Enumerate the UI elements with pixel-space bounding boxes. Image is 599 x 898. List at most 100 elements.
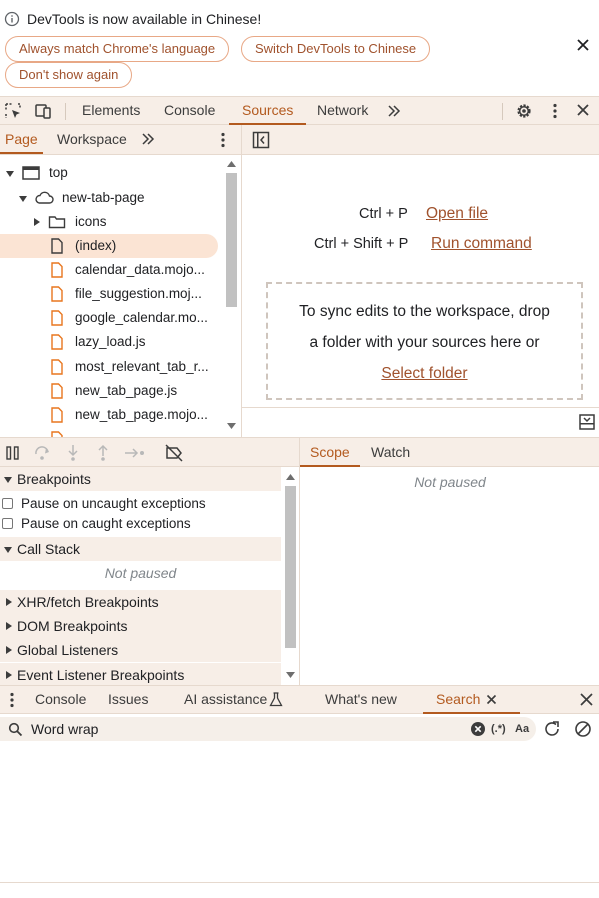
tree-item-new-tab-page[interactable]: new-tab-page	[0, 186, 222, 210]
scroll-down-arrow-icon[interactable]	[286, 672, 295, 678]
pause-caught-checkbox[interactable]	[2, 518, 13, 529]
regex-toggle[interactable]: (.*)	[491, 717, 506, 741]
close-devtools-icon[interactable]	[575, 102, 591, 118]
customize-menu-icon[interactable]	[546, 102, 564, 120]
scope-tabbar: Scope Watch	[299, 437, 599, 467]
navigator-scrollbar[interactable]	[224, 155, 239, 437]
checkbox-label: Pause on caught exceptions	[21, 516, 191, 531]
tree-item-top[interactable]: top	[0, 161, 222, 185]
toggle-debugger-icon[interactable]	[578, 413, 596, 431]
global-listeners-section-header[interactable]: Global Listeners	[0, 638, 281, 662]
drawer-tabbar: Console Issues AI assistance What's new …	[0, 685, 599, 714]
tab-sources[interactable]: Sources	[229, 97, 307, 125]
tab-watch[interactable]: Watch	[371, 438, 410, 467]
tree-item-index[interactable]: (index)	[0, 234, 218, 258]
document-icon	[51, 238, 63, 254]
editor-placeholder: Ctrl + P Open file Ctrl + Shift + P Run …	[241, 155, 599, 437]
tree-item-file[interactable]: new_tab_page.mojo...	[0, 403, 222, 427]
step-out-icon[interactable]	[95, 444, 111, 462]
close-search-tab-icon[interactable]	[486, 694, 497, 705]
switch-to-chinese-button[interactable]: Switch DevTools to Chinese	[241, 36, 431, 62]
xhr-breakpoints-section-header[interactable]: XHR/fetch Breakpoints	[0, 590, 281, 614]
clear-results-icon[interactable]	[574, 720, 592, 738]
collapsed-arrow-icon	[4, 670, 14, 680]
tree-item-file[interactable]: calendar_data.mojo...	[0, 258, 222, 282]
close-infobar-icon[interactable]	[575, 37, 591, 53]
drawer-tab-issues[interactable]: Issues	[108, 686, 148, 714]
tab-console[interactable]: Console	[164, 97, 215, 125]
debugger-scroll-thumb[interactable]	[285, 486, 296, 648]
debugger-toolbar	[0, 437, 299, 467]
drawer-menu-icon[interactable]	[3, 691, 21, 709]
collapsed-arrow-icon	[4, 621, 14, 631]
device-toolbar-icon[interactable]	[34, 102, 52, 120]
more-navigator-tabs-chevron-icon[interactable]	[140, 131, 156, 147]
drawer-tab-search[interactable]: Search	[423, 686, 521, 714]
navigator-menu-icon[interactable]	[214, 131, 232, 149]
dont-show-again-button[interactable]: Don't show again	[5, 62, 133, 88]
dom-breakpoints-section-header[interactable]: DOM Breakpoints	[0, 614, 281, 638]
tab-page[interactable]: Page	[0, 125, 43, 154]
toggle-navigator-icon[interactable]	[252, 131, 270, 149]
tree-item-file[interactable]: new_tab_page.js	[0, 379, 222, 403]
deactivate-breakpoints-icon[interactable]	[164, 444, 184, 462]
pause-caught-row[interactable]: Pause on caught exceptions	[0, 512, 281, 536]
frame-icon	[22, 166, 40, 180]
file-icon	[51, 383, 63, 399]
step-icon[interactable]	[124, 445, 146, 461]
search-input[interactable]: Word wrap	[31, 717, 98, 741]
scroll-up-arrow-icon[interactable]	[227, 161, 236, 167]
call-stack-section-header[interactable]: Call Stack	[0, 537, 281, 561]
drawer-tab-console[interactable]: Console	[35, 686, 86, 714]
file-icon	[51, 286, 63, 302]
tree-item-file[interactable]: most_relevant_tab_r...	[0, 355, 222, 379]
run-command-link[interactable]: Run command	[431, 235, 532, 253]
editor-tabbar	[241, 125, 599, 155]
workspace-dropzone[interactable]: To sync edits to the workspace, drop a f…	[266, 282, 583, 400]
inspect-element-icon[interactable]	[4, 102, 22, 120]
navigator-scroll-thumb[interactable]	[226, 173, 237, 307]
match-case-toggle[interactable]: Aa	[515, 717, 529, 741]
more-tabs-chevron-icon[interactable]	[386, 103, 402, 119]
refresh-icon[interactable]	[543, 720, 561, 738]
tree-item-file[interactable]: ...	[0, 427, 222, 437]
toolbar-divider	[65, 103, 66, 120]
step-over-icon[interactable]	[34, 445, 52, 461]
file-icon	[51, 262, 63, 278]
breakpoints-section-header[interactable]: Breakpoints	[0, 467, 281, 491]
scope-pane: Not paused	[299, 467, 599, 685]
settings-gear-icon[interactable]	[514, 101, 534, 121]
tab-network[interactable]: Network	[317, 97, 368, 125]
scroll-up-arrow-icon[interactable]	[286, 474, 295, 480]
tab-workspace[interactable]: Workspace	[57, 125, 127, 154]
expanded-arrow-icon	[5, 169, 15, 179]
clear-search-icon[interactable]	[471, 722, 485, 736]
match-language-button[interactable]: Always match Chrome's language	[5, 36, 230, 62]
tree-item-label: new_tab_page.js	[75, 383, 178, 398]
tree-item-file[interactable]: file_suggestion.moj...	[0, 282, 222, 306]
pause-uncaught-checkbox[interactable]	[2, 498, 13, 509]
run-command-shortcut: Ctrl + Shift + P	[314, 236, 409, 252]
drawer-tab-whats-new[interactable]: What's new	[325, 686, 397, 714]
tree-item-label: ...	[75, 427, 86, 437]
select-folder-link[interactable]: Select folder	[381, 365, 467, 382]
tree-item-icons[interactable]: icons	[0, 210, 222, 234]
tab-elements[interactable]: Elements	[82, 97, 140, 125]
section-title: Event Listener Breakpoints	[17, 667, 185, 683]
scroll-down-arrow-icon[interactable]	[227, 423, 236, 429]
close-drawer-icon[interactable]	[579, 692, 594, 707]
event-listener-breakpoints-section-header[interactable]: Event Listener Breakpoints	[0, 663, 281, 685]
debugger-scrollbar[interactable]	[283, 467, 298, 685]
tree-item-label: new-tab-page	[62, 190, 145, 205]
tab-scope[interactable]: Scope	[300, 438, 360, 467]
tree-item-label: icons	[75, 214, 107, 229]
drawer-tab-ai-assistance[interactable]: AI assistance	[184, 686, 283, 714]
search-input-container[interactable]: Word wrap (.*) Aa	[0, 717, 536, 741]
tree-item-file[interactable]: google_calendar.mo...	[0, 306, 222, 330]
open-file-link[interactable]: Open file	[426, 205, 488, 223]
collapsed-arrow-icon	[4, 597, 14, 607]
step-into-icon[interactable]	[65, 444, 81, 462]
editor-footer-divider	[242, 407, 599, 408]
tree-item-file[interactable]: lazy_load.js	[0, 330, 222, 354]
pause-icon[interactable]	[5, 445, 21, 461]
